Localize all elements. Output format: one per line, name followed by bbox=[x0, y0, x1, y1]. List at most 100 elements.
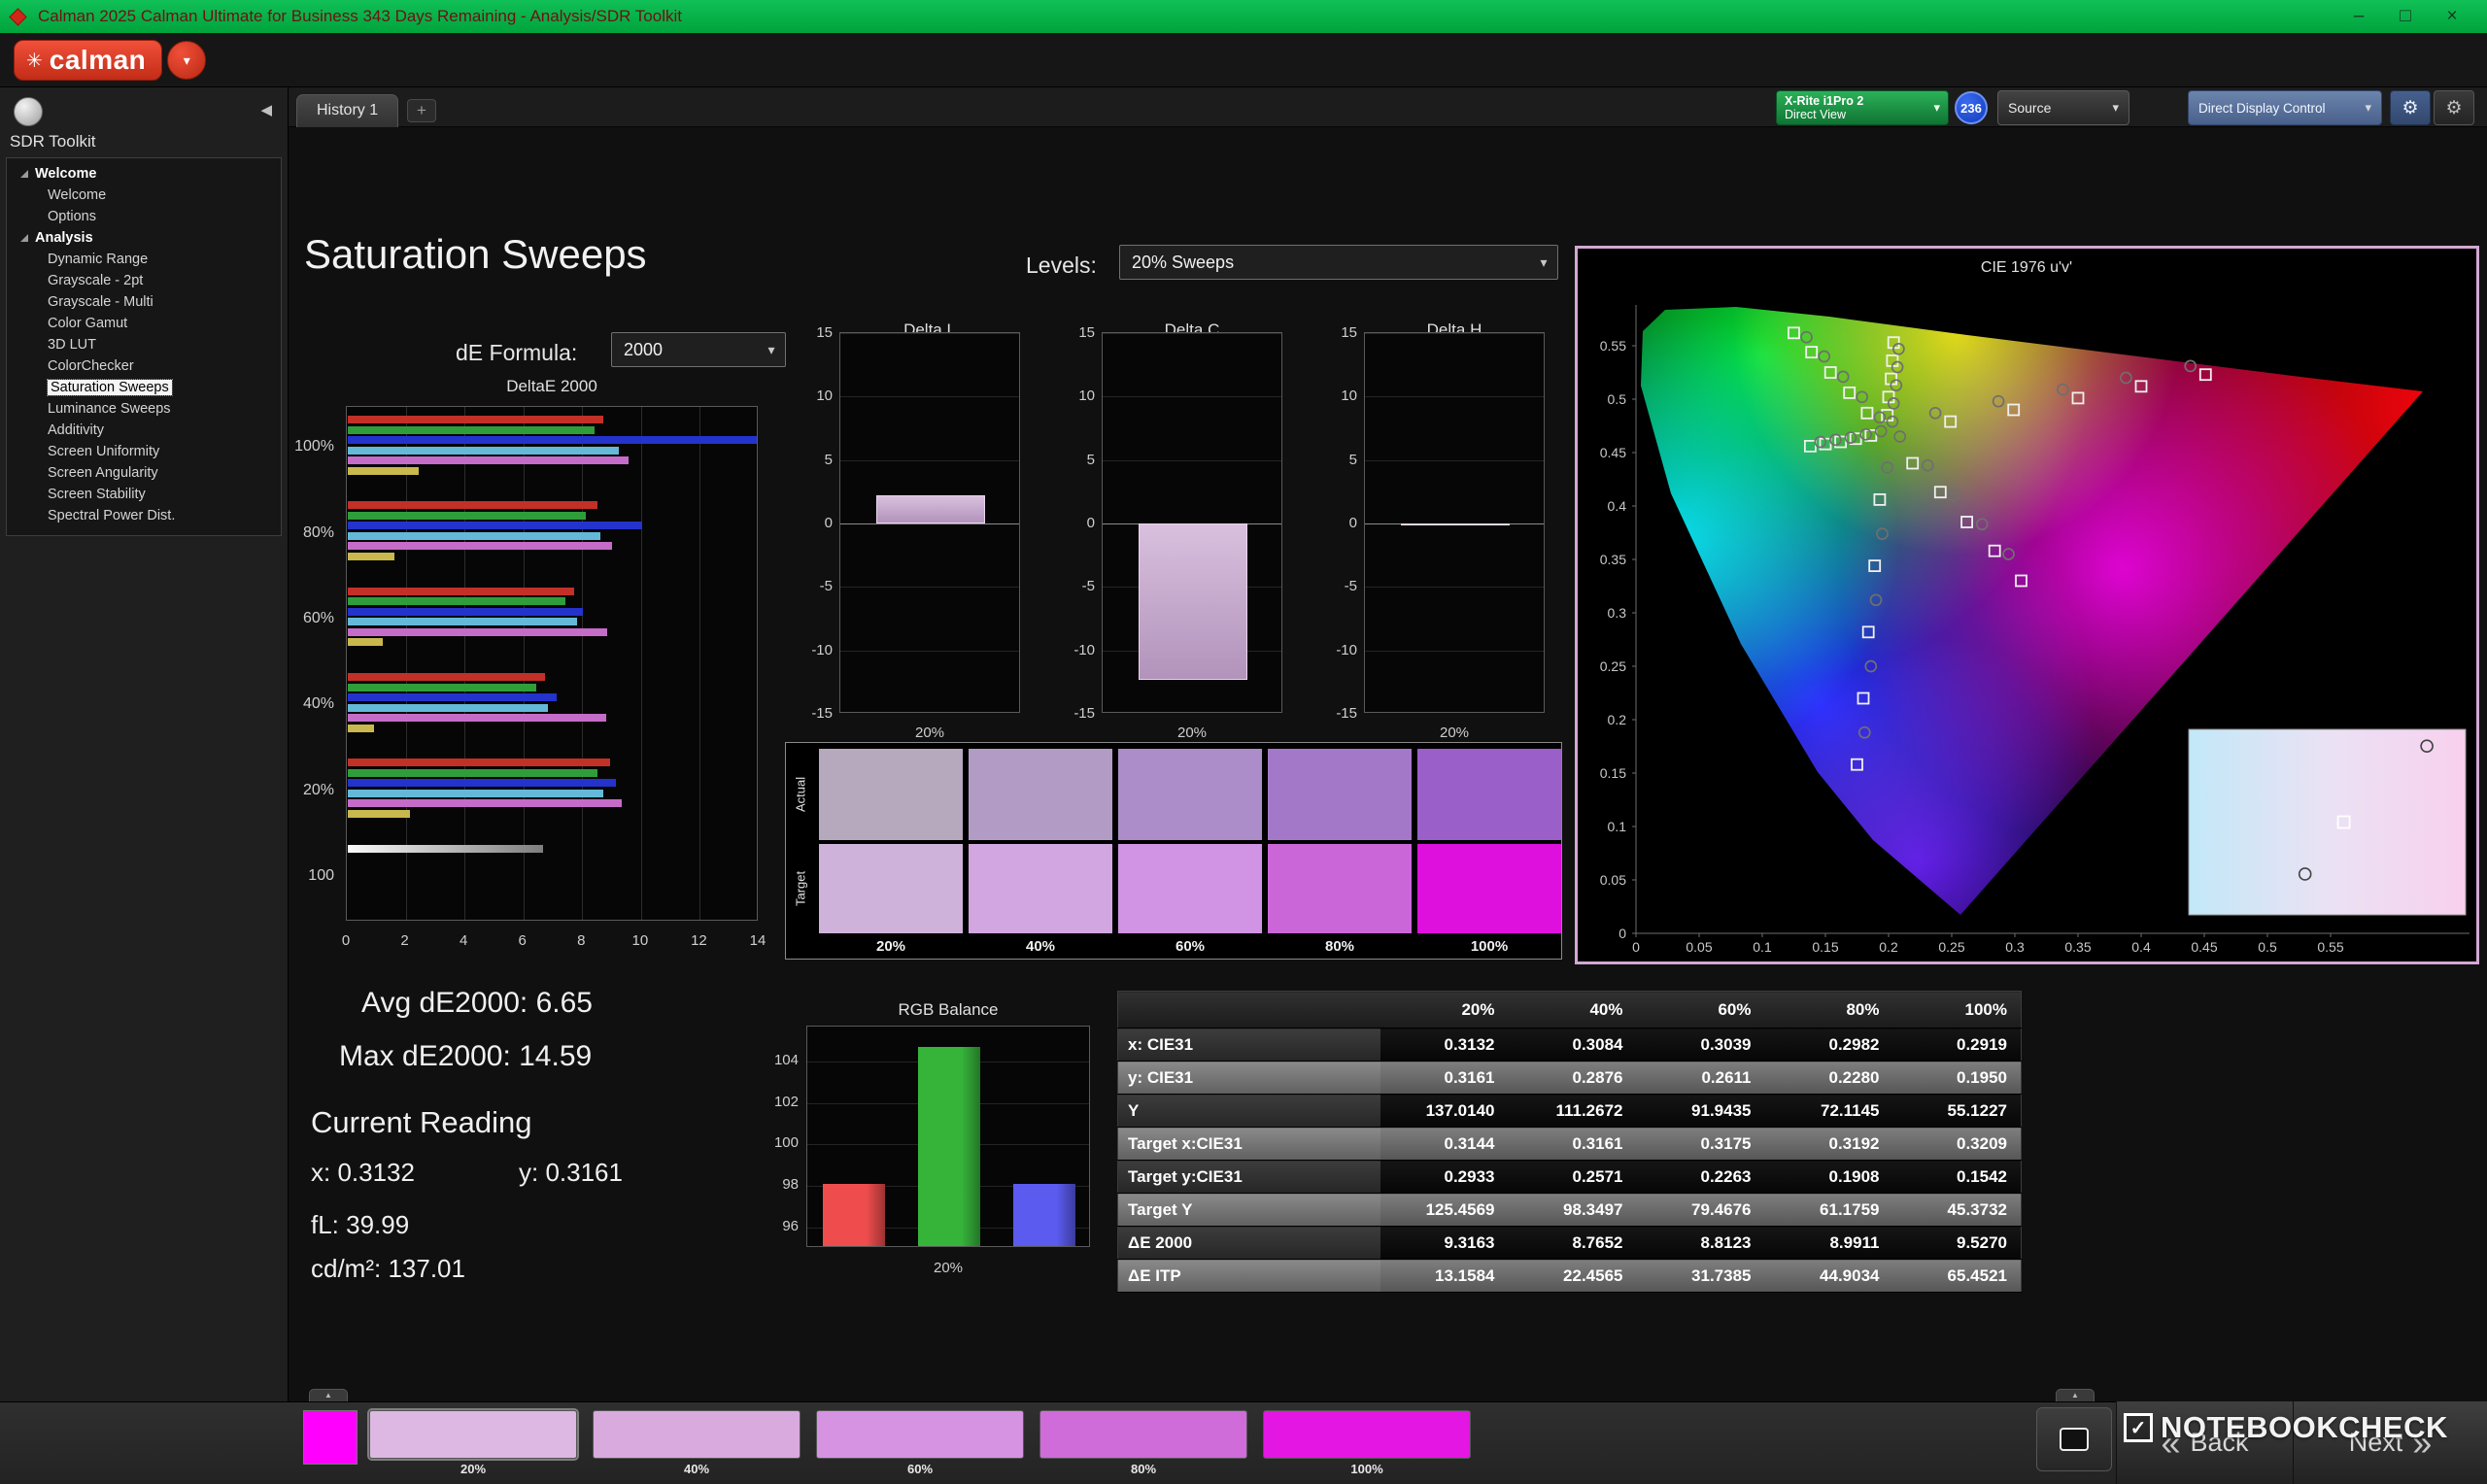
sidebar-item-screen-angularity[interactable]: Screen Angularity bbox=[7, 462, 281, 484]
table-cell: 0.1950 bbox=[1893, 1062, 2022, 1095]
actual-swatch-20 bbox=[819, 749, 963, 840]
add-tab-button[interactable]: + bbox=[407, 99, 436, 122]
settings-button-primary[interactable]: ⚙ bbox=[2390, 90, 2431, 125]
de-bar-green-20 bbox=[348, 769, 597, 777]
table-header-60: 60% bbox=[1637, 992, 1765, 1029]
sidebar-item-spectral-power-dist[interactable]: Spectral Power Dist. bbox=[7, 505, 281, 526]
sidebar-item-3d-lut[interactable]: 3D LUT bbox=[7, 334, 281, 355]
pattern-swatch-80[interactable] bbox=[1039, 1410, 1247, 1459]
levels-select[interactable]: 20% Sweeps ▾ bbox=[1119, 245, 1558, 280]
next-button[interactable]: Next » bbox=[2293, 1401, 2487, 1484]
table-cell: 0.3161 bbox=[1380, 1062, 1509, 1095]
x-axis-label: 0.35 bbox=[2064, 939, 2091, 955]
sidebar-item-label: Spectral Power Dist. bbox=[48, 508, 175, 523]
pattern-tray-handle-left[interactable]: ▲ bbox=[309, 1389, 348, 1401]
expander-icon[interactable] bbox=[20, 234, 28, 242]
sidebar-item-colorchecker[interactable]: ColorChecker bbox=[7, 355, 281, 377]
sidebar-item-options[interactable]: Options bbox=[7, 206, 281, 227]
sidebar-item-label: Saturation Sweeps bbox=[48, 380, 172, 395]
display-pattern-button[interactable] bbox=[2036, 1407, 2112, 1471]
active-pattern-swatch[interactable] bbox=[303, 1410, 358, 1465]
meter-count-badge: 236 bbox=[1955, 91, 1988, 124]
y-axis-label: -10 bbox=[1320, 642, 1357, 658]
sidebar-item-label: Luminance Sweeps bbox=[48, 401, 171, 417]
reading-fl: fL: 39.99 bbox=[311, 1210, 409, 1240]
sidebar-item-saturation-sweeps[interactable]: Saturation Sweeps bbox=[7, 377, 281, 398]
table-cell: 0.1542 bbox=[1893, 1161, 2022, 1194]
de-bar-red-80 bbox=[348, 501, 597, 509]
row-label: y: CIE31 bbox=[1118, 1062, 1380, 1095]
display-control-select[interactable]: Direct Display Control ▾ bbox=[2188, 90, 2382, 125]
sidebar-item-label: Screen Stability bbox=[48, 487, 146, 502]
y-axis-label: -10 bbox=[796, 642, 833, 658]
pattern-tray-handle-right[interactable]: ▲ bbox=[2056, 1389, 2095, 1401]
pattern-swatch-60[interactable] bbox=[816, 1410, 1024, 1459]
sidebar-item-additivity[interactable]: Additivity bbox=[7, 420, 281, 441]
sidebar-item-screen-uniformity[interactable]: Screen Uniformity bbox=[7, 441, 281, 462]
sidebar-item-grayscale-2pt[interactable]: Grayscale - 2pt bbox=[7, 270, 281, 291]
de-bar-green-80 bbox=[348, 512, 586, 520]
x-axis-label: 0.4 bbox=[2131, 939, 2151, 955]
calman-logo[interactable]: ✳ calman ▾ bbox=[14, 40, 206, 81]
sidebar-item-grayscale-multi[interactable]: Grayscale - Multi bbox=[7, 291, 281, 313]
cie-title: CIE 1976 u'v' bbox=[1981, 259, 2072, 276]
table-cell: 0.3192 bbox=[1765, 1128, 1893, 1161]
maximize-button[interactable]: □ bbox=[2382, 0, 2429, 33]
pattern-swatch-40[interactable] bbox=[593, 1410, 801, 1459]
x-axis-label: 20% bbox=[840, 725, 1019, 741]
tree-group-label: Analysis bbox=[35, 227, 93, 249]
y-axis-label: 40% bbox=[270, 695, 334, 713]
sidebar-item-welcome[interactable]: Welcome bbox=[7, 185, 281, 206]
x-axis-label: 0.1 bbox=[1753, 939, 1772, 955]
tab-history-1[interactable]: History 1 bbox=[296, 94, 398, 127]
table-cell: 0.3161 bbox=[1509, 1128, 1637, 1161]
x-axis-label: 20% bbox=[806, 1260, 1090, 1276]
tree-group-welcome[interactable]: Welcome bbox=[7, 163, 281, 185]
sidebar-item-screen-stability[interactable]: Screen Stability bbox=[7, 484, 281, 505]
table-cell: 79.4676 bbox=[1637, 1194, 1765, 1227]
cie-inset-zoom bbox=[2189, 729, 2466, 915]
sidebar-item-label: Additivity bbox=[48, 422, 104, 438]
table-cell: 0.2982 bbox=[1765, 1029, 1893, 1062]
measurement-table: 20%40%60%80%100%x: CIE310.31320.30840.30… bbox=[1117, 991, 2022, 1293]
y-axis-label: 5 bbox=[1058, 452, 1095, 468]
expander-icon[interactable] bbox=[20, 170, 28, 178]
swatch-col-label: 100% bbox=[1417, 938, 1561, 955]
y-axis-label: -15 bbox=[1320, 705, 1357, 722]
table-cell: 0.2919 bbox=[1893, 1029, 2022, 1062]
reading-y: y: 0.3161 bbox=[519, 1158, 623, 1188]
logo-menu-button[interactable]: ▾ bbox=[167, 41, 206, 80]
pattern-swatch-20[interactable] bbox=[369, 1410, 577, 1459]
close-button[interactable]: × bbox=[2429, 0, 2475, 33]
table-header-100: 100% bbox=[1893, 992, 2022, 1029]
sidebar-item-label: Color Gamut bbox=[48, 316, 127, 331]
settings-button-secondary[interactable]: ⚙ bbox=[2434, 90, 2474, 125]
de-bar-red-20 bbox=[348, 759, 610, 766]
meter-label: X-Rite i1Pro 2 Direct View bbox=[1785, 94, 1863, 121]
sidebar-item-color-gamut[interactable]: Color Gamut bbox=[7, 313, 281, 334]
table-cell: 9.5270 bbox=[1893, 1227, 2022, 1260]
de-formula-select[interactable]: 2000 ▾ bbox=[611, 332, 786, 367]
row-label: Target Y bbox=[1118, 1194, 1380, 1227]
back-button[interactable]: « Back bbox=[2116, 1401, 2293, 1484]
source-select[interactable]: Source ▾ bbox=[1997, 90, 2129, 125]
sidebar-item-luminance-sweeps[interactable]: Luminance Sweeps bbox=[7, 398, 281, 420]
sidebar-item-dynamic-range[interactable]: Dynamic Range bbox=[7, 249, 281, 270]
table-cell: 98.3497 bbox=[1509, 1194, 1637, 1227]
pattern-swatch-100[interactable] bbox=[1263, 1410, 1471, 1459]
de-bar-cyan-40 bbox=[348, 704, 548, 712]
x-axis-label: 6 bbox=[503, 932, 542, 949]
table-row-y: Y137.0140111.267291.943572.114555.1227 bbox=[1118, 1095, 2022, 1128]
y-axis-label: 0.05 bbox=[1600, 872, 1626, 888]
y-axis-label: 5 bbox=[1320, 452, 1357, 468]
meter-select[interactable]: X-Rite i1Pro 2 Direct View ▾ bbox=[1776, 90, 1949, 125]
x-axis-label: 4 bbox=[444, 932, 483, 949]
tree-group-analysis[interactable]: Analysis bbox=[7, 227, 281, 249]
sidebar-collapse-icon[interactable]: ◀ bbox=[260, 101, 272, 118]
minimize-button[interactable]: – bbox=[2335, 0, 2382, 33]
table-cell: 55.1227 bbox=[1893, 1095, 2022, 1128]
de-bar-blue-40 bbox=[348, 693, 557, 701]
x-axis-label: 0.55 bbox=[2317, 939, 2343, 955]
table-cell: 0.3144 bbox=[1380, 1128, 1509, 1161]
sidebar-home-button[interactable] bbox=[14, 97, 43, 126]
